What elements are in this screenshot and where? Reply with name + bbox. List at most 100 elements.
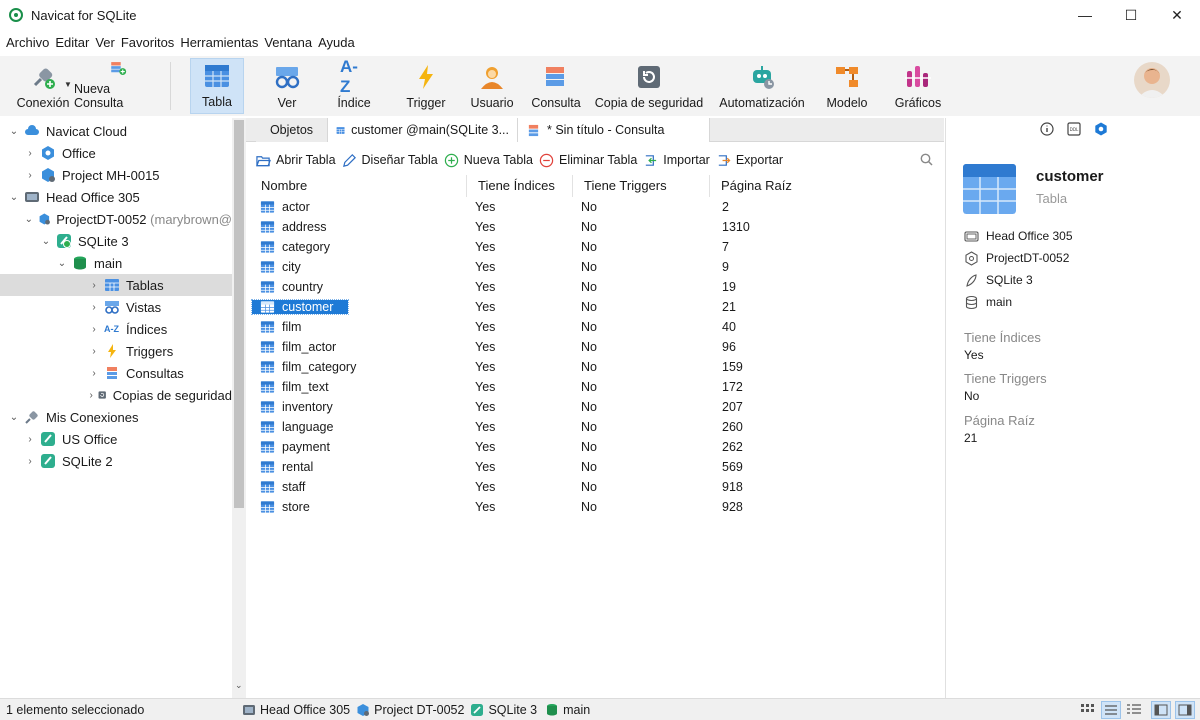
tree-item-indices[interactable]: › A-Z Índices <box>0 318 232 340</box>
usuario-button[interactable]: Usuario <box>466 58 518 114</box>
exportar-button[interactable]: Exportar <box>716 153 783 168</box>
cell-nombre[interactable]: actor <box>250 200 467 214</box>
cell-nombre[interactable]: category <box>250 240 467 254</box>
chevron-right-icon[interactable]: › <box>88 346 100 357</box>
cell-nombre[interactable]: store <box>250 500 467 514</box>
abrir-tabla-button[interactable]: Abrir Tabla <box>256 153 336 168</box>
menu-ayuda[interactable]: Ayuda <box>318 35 355 50</box>
table-row[interactable]: country Yes No 19 <box>250 277 942 297</box>
modelo-button[interactable]: Modelo <box>820 58 874 114</box>
cell-nombre[interactable]: film <box>250 320 467 334</box>
scrollbar-thumb[interactable] <box>234 120 244 508</box>
table-row[interactable]: city Yes No 9 <box>250 257 942 277</box>
column-header-triggers[interactable]: Tiene Triggers <box>573 175 710 197</box>
cell-nombre[interactable]: city <box>250 260 467 274</box>
indice-button[interactable]: A-Z Índice <box>327 57 381 114</box>
user-avatar[interactable] <box>1134 62 1170 98</box>
tab-objetos[interactable]: Objetos <box>256 118 328 142</box>
tree-item-tablas[interactable]: › Tablas <box>0 274 232 296</box>
cell-nombre[interactable]: rental <box>250 460 467 474</box>
chevron-right-icon[interactable]: › <box>24 148 36 159</box>
copia-seguridad-button[interactable]: Copia de seguridad <box>594 58 704 114</box>
chevron-right-icon[interactable]: › <box>88 324 100 335</box>
tree-item-us-office[interactable]: › US Office <box>0 428 232 450</box>
cell-nombre[interactable]: payment <box>250 440 467 454</box>
chevron-right-icon[interactable]: › <box>24 434 36 445</box>
chevron-down-icon[interactable]: ⌄ <box>8 412 20 423</box>
table-row[interactable]: film_category Yes No 159 <box>250 357 942 377</box>
column-header-indices[interactable]: Tiene Índices <box>467 175 573 197</box>
tree-item-mis-conexiones[interactable]: ⌄ Mis Conexiones <box>0 406 232 428</box>
detail-view-icon[interactable] <box>1126 702 1142 716</box>
table-row[interactable]: customer Yes No 21 <box>250 297 942 317</box>
tab-customer[interactable]: customer @main(SQLite 3... <box>328 118 518 142</box>
table-row[interactable]: film_actor Yes No 96 <box>250 337 942 357</box>
cell-nombre[interactable]: staff <box>250 480 467 494</box>
tree-item-triggers[interactable]: › Triggers <box>0 340 232 362</box>
menu-herramientas[interactable]: Herramientas <box>180 35 258 50</box>
tree-item-navicat-cloud[interactable]: ⌄ Navicat Cloud <box>0 120 232 142</box>
info-icon[interactable] <box>1040 122 1054 136</box>
menu-ventana[interactable]: Ventana <box>264 35 312 50</box>
cell-nombre[interactable]: film_text <box>250 380 467 394</box>
table-row[interactable]: language Yes No 260 <box>250 417 942 437</box>
chevron-down-icon[interactable]: ⌄ <box>56 258 68 269</box>
table-row[interactable]: staff Yes No 918 <box>250 477 942 497</box>
table-row[interactable]: category Yes No 7 <box>250 237 942 257</box>
tree-item-vistas[interactable]: › Vistas <box>0 296 232 318</box>
tree-item-office[interactable]: › Office <box>0 142 232 164</box>
cell-nombre[interactable]: language <box>250 420 467 434</box>
ddl-icon[interactable]: DDL <box>1067 122 1081 136</box>
column-header-nombre[interactable]: Nombre <box>250 175 467 197</box>
menu-archivo[interactable]: Archivo <box>6 35 49 50</box>
close-button[interactable]: ✕ <box>1154 0 1200 30</box>
tree-item-sqlite3[interactable]: ⌄ SQLite 3 <box>0 230 232 252</box>
table-row[interactable]: store Yes No 928 <box>250 497 942 517</box>
tree-item-main[interactable]: ⌄ main <box>0 252 232 274</box>
search-icon[interactable] <box>920 153 933 166</box>
trigger-button[interactable]: Trigger <box>400 58 452 114</box>
tree-item-consultas[interactable]: › Consultas <box>0 362 232 384</box>
tabla-button[interactable]: Tabla <box>190 58 244 114</box>
chevron-right-icon[interactable]: › <box>24 170 36 181</box>
nueva-tabla-button[interactable]: Nueva Tabla <box>444 153 533 168</box>
column-header-pagina[interactable]: Página Raíz <box>710 175 930 197</box>
chevron-right-icon[interactable]: › <box>88 302 100 313</box>
list-view-icon[interactable] <box>1101 701 1121 719</box>
scroll-down-icon[interactable]: ⌄ <box>235 680 243 691</box>
table-row[interactable]: film Yes No 40 <box>250 317 942 337</box>
tree-item-sqlite2[interactable]: › SQLite 2 <box>0 450 232 472</box>
table-row[interactable]: film_text Yes No 172 <box>250 377 942 397</box>
conexion-dropdown-icon[interactable]: ▼ <box>64 80 72 89</box>
menu-favoritos[interactable]: Favoritos <box>121 35 174 50</box>
chevron-down-icon[interactable]: ⌄ <box>8 192 20 203</box>
table-row[interactable]: rental Yes No 569 <box>250 457 942 477</box>
minimize-button[interactable]: — <box>1062 0 1108 30</box>
chevron-right-icon[interactable]: › <box>88 390 94 401</box>
tab-consulta[interactable]: * Sin título - Consulta <box>518 118 710 142</box>
consulta-button[interactable]: Consulta <box>528 58 584 114</box>
toggle-sidebar-icon[interactable] <box>1151 701 1171 719</box>
disenar-tabla-button[interactable]: Diseñar Tabla <box>342 153 438 168</box>
cell-nombre[interactable]: inventory <box>250 400 467 414</box>
tree-item-project-dt[interactable]: ⌄ ProjectDT-0052 (marybrown@ <box>0 208 232 230</box>
tree-item-copias[interactable]: › Copias de seguridad <box>0 384 232 406</box>
hexagon-icon[interactable] <box>1094 122 1108 136</box>
importar-button[interactable]: Importar <box>643 153 710 168</box>
table-row[interactable]: actor Yes No 2 <box>250 197 942 217</box>
ver-button[interactable]: Ver <box>262 58 312 114</box>
maximize-button[interactable]: ☐ <box>1108 0 1154 30</box>
nueva-consulta-button[interactable]: Nueva Consulta <box>74 58 162 114</box>
table-row[interactable]: address Yes No 1310 <box>250 217 942 237</box>
chevron-down-icon[interactable]: ⌄ <box>40 236 52 247</box>
tree-item-project-mh[interactable]: › Project MH-0015 <box>0 164 232 186</box>
chevron-right-icon[interactable]: › <box>88 368 100 379</box>
chevron-right-icon[interactable]: › <box>88 280 100 291</box>
eliminar-tabla-button[interactable]: Eliminar Tabla <box>539 153 637 168</box>
tree-item-head-office[interactable]: ⌄ Head Office 305 <box>0 186 232 208</box>
tree-scrollbar[interactable]: ⌄ <box>232 118 246 698</box>
table-row[interactable]: payment Yes No 262 <box>250 437 942 457</box>
cell-nombre[interactable]: country <box>250 280 467 294</box>
grid-view-icon[interactable] <box>1080 702 1096 716</box>
chevron-down-icon[interactable]: ⌄ <box>8 126 20 137</box>
